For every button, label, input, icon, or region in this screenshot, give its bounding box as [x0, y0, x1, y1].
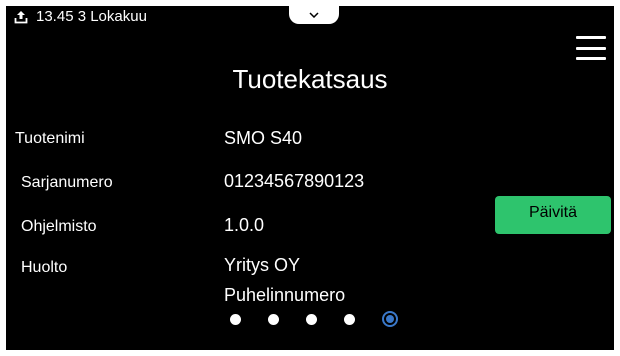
- service-phone-value: Puhelinnumero: [224, 285, 346, 305]
- upload-icon: [14, 10, 28, 23]
- status-time-date: 13.45 3 Lokakuu: [36, 8, 147, 25]
- product-name-value: SMO S40: [224, 128, 303, 148]
- page-dot[interactable]: [306, 313, 317, 325]
- page-title: Tuotekatsaus: [232, 64, 388, 94]
- page-dot-active[interactable]: [382, 311, 398, 327]
- pull-down-tab[interactable]: [289, 6, 339, 24]
- page-dot[interactable]: [268, 313, 279, 325]
- service-label: Huolto: [21, 259, 68, 276]
- update-button[interactable]: Päivitä: [495, 196, 611, 234]
- service-company-value: Yritys OY: [224, 255, 301, 275]
- product-name-label: Tuotenimi: [15, 130, 85, 147]
- software-label: Ohjelmisto: [21, 218, 97, 235]
- page-dot[interactable]: [344, 313, 355, 325]
- status-bar: 13.45 3 Lokakuu: [14, 8, 147, 25]
- product-overview-screen: 13.45 3 Lokakuu Tuotekatsaus Tuotenimi S…: [6, 6, 614, 350]
- menu-line: [576, 57, 606, 60]
- page-dot[interactable]: [230, 313, 241, 325]
- menu-line: [576, 36, 606, 39]
- page-indicator: [230, 311, 398, 327]
- software-version-value: 1.0.0: [224, 215, 265, 235]
- chevron-down-icon: [309, 12, 319, 18]
- serial-number-value: 01234567890123: [224, 171, 365, 191]
- menu-line: [576, 46, 606, 50]
- hamburger-menu-icon[interactable]: [576, 36, 606, 60]
- serial-number-label: Sarjanumero: [21, 174, 113, 191]
